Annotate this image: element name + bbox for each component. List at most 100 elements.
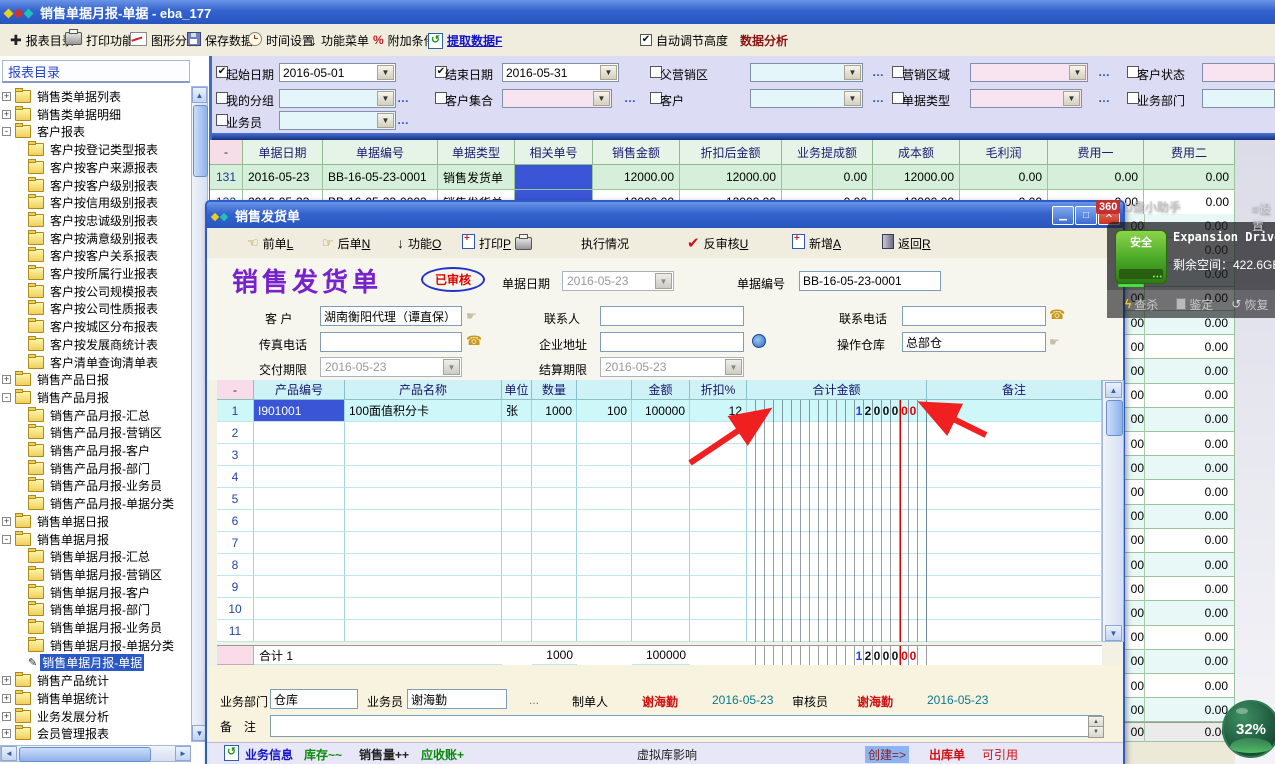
tree-expand-icon[interactable]: + (2, 92, 11, 101)
customer-picker-icon[interactable]: ☛ (466, 309, 477, 323)
sidebar-item[interactable]: 客户按忠诚级别报表 (2, 212, 188, 229)
empty-cell[interactable] (632, 598, 690, 620)
data-cell[interactable]: 0.00 (1144, 626, 1235, 650)
empty-cell[interactable] (927, 598, 1102, 620)
dropdown-arrow-icon[interactable]: ▼ (1063, 91, 1080, 106)
product-name-cell[interactable]: 100面值积分卡 (345, 400, 502, 422)
detail-column-header[interactable]: 数量 (532, 380, 577, 400)
unit-cell[interactable]: 张 (502, 400, 532, 422)
dropdown-arrow-icon[interactable]: ▼ (377, 65, 394, 80)
toolbar-extract-data-button[interactable]: ↺提取数据F (428, 30, 502, 50)
empty-cell[interactable] (632, 444, 690, 466)
sidebar-item[interactable]: +销售单据统计 (2, 690, 188, 707)
empty-cell[interactable] (690, 554, 747, 576)
empty-cell[interactable] (254, 510, 345, 532)
data-cell[interactable]: 00 (1125, 335, 1144, 359)
salesman-more-button[interactable]: … (397, 113, 410, 127)
toolbar-time-setting-button[interactable]: 时间设置 (248, 30, 314, 50)
data-cell[interactable]: 销售发货单 (438, 165, 515, 190)
dropdown-arrow-icon[interactable]: ▼ (600, 65, 617, 80)
data-cell[interactable]: 0.00 (1144, 529, 1235, 553)
empty-cell[interactable] (532, 620, 577, 642)
empty-cell[interactable] (532, 532, 577, 554)
usb-helper-settings[interactable]: ≡设置 (1252, 200, 1275, 234)
empty-cell[interactable] (254, 576, 345, 598)
data-cell[interactable]: 00 (1125, 674, 1144, 698)
data-cell[interactable]: 00 (1125, 456, 1144, 480)
empty-cell[interactable] (632, 510, 690, 532)
autofit-height-checkbox[interactable]: ✔自动调节高度 (640, 30, 728, 50)
empty-cell[interactable] (345, 488, 502, 510)
customer-status-dropdown[interactable] (1202, 63, 1275, 82)
tree-expand-icon[interactable]: + (2, 712, 11, 721)
customer-set-dropdown[interactable]: ▼ (502, 89, 612, 108)
empty-cell[interactable] (532, 422, 577, 444)
customer-dropdown[interactable]: ▼ (750, 89, 863, 108)
empty-cell[interactable] (690, 576, 747, 598)
detail-column-header[interactable]: 产品编号 (254, 380, 345, 400)
empty-cell[interactable] (254, 488, 345, 510)
detail-column-header[interactable]: - (217, 380, 254, 400)
empty-cell[interactable] (345, 444, 502, 466)
dropdown-arrow-icon[interactable]: ▼ (844, 91, 861, 106)
usb-identify-button[interactable]: 鉴定 (1176, 296, 1213, 313)
sidebar-item[interactable]: 销售单据月报-部门 (2, 601, 188, 618)
sidebar-item[interactable]: +销售产品统计 (2, 672, 188, 689)
sidebar-item[interactable]: 销售产品月报-部门 (2, 460, 188, 477)
empty-cell[interactable] (532, 466, 577, 488)
tree-item-label[interactable]: 客户按客户关系报表 (48, 247, 160, 264)
empty-cell[interactable] (577, 620, 632, 642)
tree-item-label[interactable]: 销售单据日报 (35, 513, 111, 530)
empty-cell[interactable] (502, 422, 532, 444)
data-cell[interactable]: 0.00 (1144, 480, 1235, 504)
tree-item-label[interactable]: 销售产品日报 (35, 371, 111, 388)
data-cell[interactable]: 00 (1125, 577, 1144, 601)
optimization-percent-badge[interactable]: 32% (1222, 700, 1275, 758)
empty-cell[interactable] (927, 620, 1102, 642)
column-header[interactable]: 成本额 (873, 140, 960, 165)
remark-scroll-down[interactable]: ▼ (1088, 726, 1104, 738)
tree-item-label[interactable]: 客户按城区分布报表 (48, 318, 160, 335)
tree-expand-icon[interactable]: - (2, 393, 11, 402)
tree-expand-icon[interactable]: + (2, 676, 11, 685)
data-cell[interactable]: 0.00 (960, 165, 1048, 190)
doc-date-dropdown[interactable]: 2016-05-23▼ (562, 271, 674, 291)
data-cell[interactable]: 0.00 (1144, 335, 1235, 359)
tree-item-label[interactable]: 客户按公司规模报表 (48, 283, 160, 300)
dept-field[interactable] (270, 689, 358, 709)
empty-cell[interactable] (254, 466, 345, 488)
product-code-cell[interactable]: I901001 (254, 400, 345, 422)
column-header[interactable]: 单据类型 (438, 140, 515, 165)
warehouse-field[interactable] (902, 332, 1046, 352)
detail-row-number[interactable]: 5 (217, 488, 254, 510)
empty-cell[interactable] (690, 620, 747, 642)
column-header[interactable]: 费用一 (1048, 140, 1144, 165)
sidebar-item[interactable]: 销售单据月报-汇总 (2, 548, 188, 565)
detail-column-header[interactable] (577, 380, 632, 400)
detail-grid-scrollbar[interactable]: ▲▼ (1102, 380, 1124, 642)
detail-scroll-down-button[interactable]: ▼ (1105, 625, 1122, 641)
selected-cell[interactable] (515, 165, 593, 190)
sidebar-item[interactable]: -客户报表 (2, 123, 188, 140)
dropdown-arrow-icon[interactable]: ▼ (443, 359, 460, 375)
salesman-dropdown[interactable]: ▼ (279, 111, 396, 130)
tree-item-label[interactable]: 销售单据月报-业务员 (48, 619, 164, 636)
checkbox-icon[interactable]: ✔ (640, 34, 652, 46)
empty-cell[interactable] (254, 554, 345, 576)
outbound-link[interactable]: 出库单 (929, 746, 965, 763)
empty-cell[interactable] (345, 620, 502, 642)
dialog-titlebar[interactable]: 销售发货单 ▁ □ ✕ (207, 202, 1123, 228)
data-cell[interactable]: 0.00 (1048, 165, 1144, 190)
sidebar-item[interactable]: +销售单据日报 (2, 513, 188, 530)
tree-scrollbar-thumb[interactable] (193, 105, 208, 177)
empty-cell[interactable] (254, 444, 345, 466)
data-cell[interactable]: 0.00 (1144, 408, 1235, 432)
empty-cell[interactable] (502, 576, 532, 598)
data-cell[interactable]: 00 (1125, 553, 1144, 577)
tree-item-label[interactable]: 销售产品月报-汇总 (48, 407, 152, 424)
empty-cell[interactable] (502, 444, 532, 466)
empty-cell[interactable] (502, 510, 532, 532)
empty-cell[interactable] (345, 598, 502, 620)
dropdown-arrow-icon[interactable]: ▼ (593, 91, 610, 106)
tree-item-label[interactable]: 销售产品月报-业务员 (48, 477, 164, 494)
